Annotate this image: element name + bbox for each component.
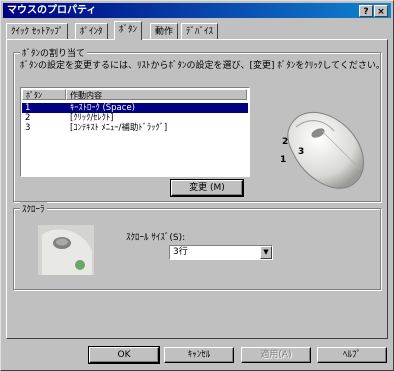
scroller-mouse-image	[38, 225, 94, 275]
button-assignment-list[interactable]: ﾎﾞﾀﾝ 作動内容 1 ｷｰｽﾄﾛｰｸ (Space) 2 [ｸﾘｯｸ/ｾﾚｸﾄ…	[20, 87, 250, 177]
group-title: ｽｸﾛｰﾗ	[20, 202, 47, 215]
row-button-number: 2	[25, 113, 31, 123]
window-title: マウスのプロパティ	[7, 5, 97, 16]
column-header-action[interactable]: 作動内容	[66, 89, 247, 100]
tab-panel: ﾎﾞﾀﾝの割り当て ﾎﾞﾀﾝの設定を変更するには、ﾘｽﾄからﾎﾞﾀﾝの設定を選び…	[6, 39, 388, 339]
tab-quick-setup[interactable]: ｸｲｯｸ ｾｯﾄｱｯﾌﾟ	[6, 23, 69, 39]
scroll-size-value: 3行	[173, 247, 188, 257]
row-action: ｷｰｽﾄﾛｰｸ (Space)	[70, 103, 135, 113]
mouse-label-2: 2	[282, 137, 289, 147]
row-action: [ｸﾘｯｸ/ｾﾚｸﾄ]	[70, 113, 114, 123]
button-assignment-group: ﾎﾞﾀﾝの割り当て ﾎﾞﾀﾝの設定を変更するには、ﾘｽﾄからﾎﾞﾀﾝの設定を選び…	[13, 46, 385, 202]
apply-button[interactable]: 適用(A)	[241, 347, 311, 363]
help-button[interactable]: ﾍﾙﾌﾟ	[317, 347, 387, 363]
list-row[interactable]: 2 [ｸﾘｯｸ/ｾﾚｸﾄ]	[22, 113, 248, 123]
group-title: ﾎﾞﾀﾝの割り当て	[20, 46, 88, 59]
tab-device[interactable]: ﾃﾞﾊﾞｲｽ	[181, 23, 219, 39]
title-bar: マウスのプロパティ ? ×	[3, 3, 391, 18]
help-icon-button[interactable]: ?	[359, 5, 373, 17]
change-button[interactable]: 変更 (M)	[170, 179, 244, 197]
scroll-size-select[interactable]: 3行 ▼	[169, 245, 273, 260]
instructions-text: ﾎﾞﾀﾝの設定を変更するには、ﾘｽﾄからﾎﾞﾀﾝの設定を選び、[変更] ﾎﾞﾀﾝ…	[20, 61, 385, 71]
dropdown-arrow-icon[interactable]: ▼	[260, 246, 272, 259]
list-row[interactable]: 3 [ｺﾝﾃｷｽﾄ ﾒﾆｭｰ/補助ﾄﾞﾗｯｸﾞ]	[22, 123, 248, 133]
column-header-button[interactable]: ﾎﾞﾀﾝ	[22, 89, 66, 100]
row-button-number: 1	[25, 103, 31, 113]
row-button-number: 3	[25, 123, 31, 133]
scroller-group: ｽｸﾛｰﾗ ｽｸﾛｰﾙ ｻｲｽﾞ(S): 3行 ▼	[13, 202, 381, 290]
tab-motion[interactable]: 動作	[150, 23, 179, 39]
ok-button[interactable]: OK	[88, 346, 160, 364]
mouse-label-1: 1	[280, 155, 287, 165]
mouse-properties-dialog: マウスのプロパティ ? × ｸｲｯｸ ｾｯﾄｱｯﾌﾟ ﾎﾟｲﾝﾀ ﾎﾞﾀﾝ 動作…	[0, 0, 394, 371]
row-action: [ｺﾝﾃｷｽﾄ ﾒﾆｭｰ/補助ﾄﾞﾗｯｸﾞ]	[70, 123, 168, 133]
list-row[interactable]: 1 ｷｰｽﾄﾛｰｸ (Space)	[22, 103, 248, 113]
close-icon-button[interactable]: ×	[374, 5, 388, 17]
tab-pointer[interactable]: ﾎﾟｲﾝﾀ	[75, 23, 108, 39]
mouse-label-3: 3	[298, 147, 305, 157]
scroll-size-label: ｽｸﾛｰﾙ ｻｲｽﾞ(S):	[126, 233, 186, 243]
tab-buttons[interactable]: ﾎﾞﾀﾝ	[114, 21, 143, 40]
mouse-illustration	[287, 112, 365, 189]
cancel-button[interactable]: ｷｬﾝｾﾙ	[164, 347, 234, 363]
